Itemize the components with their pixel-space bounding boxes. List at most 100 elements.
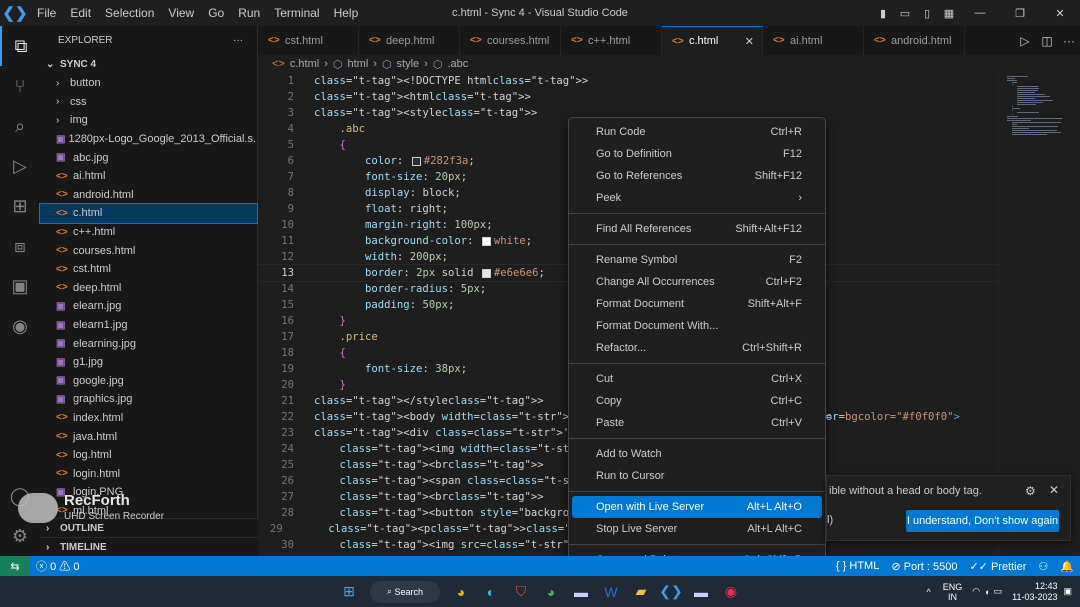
app-icon-2[interactable]: ▬ [687, 580, 715, 604]
menu-item-format-document[interactable]: Format Document Shift+Alt+F [572, 293, 822, 315]
menu-item-run-to-cursor[interactable]: Run to Cursor [572, 465, 822, 487]
remote-explorer-icon[interactable]: ⧈ [0, 226, 40, 266]
menu-item-format-document-with[interactable]: Format Document With... [572, 315, 822, 337]
battery-icon[interactable]: ▭ [994, 586, 1003, 597]
run-icon[interactable]: ▷ [1014, 34, 1036, 48]
menu-item-go-to-definition[interactable]: Go to Definition F12 [572, 143, 822, 165]
menu-item-change-all-occurrences[interactable]: Change All Occurrences Ctrl+F2 [572, 271, 822, 293]
menu-help[interactable]: Help [334, 6, 359, 20]
extensions-icon[interactable]: ⊞ [0, 186, 40, 226]
toggle-primary-sidebar-icon[interactable]: ▮ [872, 7, 894, 20]
menu-item-peek[interactable]: Peek › [572, 187, 822, 209]
tab-courses-html[interactable]: <> courses.html [460, 26, 561, 55]
edge-icon[interactable]: ◐ [477, 580, 505, 604]
menu-file[interactable]: File [37, 6, 56, 20]
menu-item-refactor[interactable]: Refactor... Ctrl+Shift+R [572, 337, 822, 359]
chrome-canary-icon[interactable]: ◕ [537, 580, 565, 604]
live-server-port[interactable]: ⊘ Port : 5500 [891, 560, 957, 573]
breadcrumb-item[interactable]: style [397, 58, 420, 70]
menu-selection[interactable]: Selection [105, 6, 154, 20]
app-icon[interactable]: ▬ [567, 580, 595, 604]
file-explorer-icon[interactable]: ▰ [627, 580, 655, 604]
file-item[interactable]: ▣ elearn1.jpg [40, 316, 257, 335]
search-icon[interactable]: ⌕ [0, 106, 40, 146]
close-window-button[interactable]: ✕ [1040, 7, 1080, 20]
breadcrumb-item[interactable]: html [347, 58, 368, 70]
file-item[interactable]: <> index.html [40, 409, 257, 428]
menu-item-go-to-references[interactable]: Go to References Shift+F12 [572, 165, 822, 187]
menu-item-cut[interactable]: Cut Ctrl+X [572, 368, 822, 390]
timeline-section[interactable]: › TIMELINE [40, 537, 258, 556]
menu-run[interactable]: Run [238, 6, 260, 20]
menu-item-copy[interactable]: Copy Ctrl+C [572, 390, 822, 412]
file-item[interactable]: <> courses.html [40, 241, 257, 260]
split-editor-icon[interactable]: ◫ [1036, 34, 1058, 48]
menu-item-open-with-live-server[interactable]: Open with Live Server Alt+L Alt+O [572, 496, 822, 518]
explorer-icon[interactable]: ⧉ [0, 26, 40, 66]
menu-go[interactable]: Go [208, 6, 224, 20]
minimize-button[interactable]: — [960, 7, 1000, 19]
github-icon[interactable]: ◉ [0, 306, 40, 346]
file-item[interactable]: <> java.html [40, 427, 257, 446]
input-language[interactable]: ENG IN [943, 582, 963, 602]
folder-item[interactable]: › css [40, 93, 257, 112]
code-line[interactable]: 1 class="t-tag"><!DOCTYPE htmlclass="t-ta… [258, 73, 998, 89]
vscode-taskbar-icon[interactable]: ❮❯ [657, 580, 685, 604]
color-swatch[interactable] [481, 268, 491, 278]
notification-center-icon[interactable]: ▣ [1063, 586, 1072, 597]
toggle-secondary-sidebar-icon[interactable]: ▯ [916, 7, 938, 20]
file-item[interactable]: <> cst.html [40, 260, 257, 279]
color-swatch[interactable] [481, 236, 491, 246]
menu-item-find-all-references[interactable]: Find All References Shift+Alt+F12 [572, 218, 822, 240]
file-item[interactable]: ▣ g1.jpg [40, 353, 257, 372]
file-item[interactable]: <> c++.html [40, 223, 257, 242]
menu-item-paste[interactable]: Paste Ctrl+V [572, 412, 822, 434]
file-item[interactable]: <> log.html [40, 446, 257, 465]
tab-deep-html[interactable]: <> deep.html [359, 26, 460, 55]
bookmarks-icon[interactable]: ▣ [0, 266, 40, 306]
tab-android-html[interactable]: <> android.html [864, 26, 965, 55]
notification-close-icon[interactable]: ✕ [1049, 483, 1059, 497]
feedback-icon[interactable]: ⚇ [1038, 560, 1048, 573]
remote-indicator-icon[interactable]: ⇆ [0, 556, 30, 576]
source-control-icon[interactable]: ⑂ [0, 66, 40, 106]
taskbar-search[interactable]: ⌕ Search [370, 580, 440, 603]
menu-item-run-code[interactable]: Run Code Ctrl+R [572, 121, 822, 143]
menu-item-rename-symbol[interactable]: Rename Symbol F2 [572, 249, 822, 271]
file-item[interactable]: ▣ abc.jpg [40, 148, 257, 167]
dont-show-again-button[interactable]: I understand, Don't show again [906, 510, 1059, 532]
file-item[interactable]: ▣ google.jpg [40, 372, 257, 391]
notification-settings-icon[interactable]: ⚙ [1025, 484, 1036, 498]
windows-start-icon[interactable]: ⊞ [335, 580, 363, 604]
close-tab-icon[interactable]: ✕ [745, 35, 754, 48]
file-item[interactable]: <> ai.html [40, 167, 257, 186]
problems-indicator[interactable]: ⓧ 0 ⚠ 0 [36, 558, 79, 574]
breadcrumb-item[interactable]: .abc [447, 58, 468, 70]
word-icon[interactable]: W [597, 580, 625, 604]
color-swatch[interactable] [411, 156, 421, 166]
show-hidden-icons-icon[interactable]: ^ [927, 587, 931, 597]
file-item[interactable]: ▣ elearning.jpg [40, 334, 257, 353]
more-actions-icon[interactable]: ··· [1058, 34, 1080, 48]
clock[interactable]: 12:43 11-03-2023 [1012, 581, 1057, 603]
chrome-icon[interactable]: ◕ [447, 580, 475, 604]
more-actions-icon[interactable]: ··· [233, 35, 243, 46]
file-item[interactable]: ▣ 1280px-Logo_Google_2013_Official.s... [40, 130, 257, 149]
tab-ai-html[interactable]: <> ai.html [763, 26, 864, 55]
recorder-icon[interactable]: ◉ [717, 580, 745, 604]
prettier-status[interactable]: ✓✓ Prettier [969, 560, 1026, 573]
menu-edit[interactable]: Edit [70, 6, 91, 20]
breadcrumb-item[interactable]: c.html [290, 58, 319, 70]
file-item[interactable]: <> login.html [40, 464, 257, 483]
menu-view[interactable]: View [168, 6, 194, 20]
notifications-bell-icon[interactable]: 🔔 [1060, 560, 1074, 573]
volume-icon[interactable]: ◖ [984, 587, 989, 597]
customize-layout-icon[interactable]: ▦ [938, 7, 960, 20]
file-item[interactable]: <> c.html [39, 203, 258, 224]
folder-item[interactable]: › button [40, 74, 257, 93]
menu-item-add-to-watch[interactable]: Add to Watch [572, 443, 822, 465]
tab-c-html[interactable]: <> c++.html [561, 26, 662, 55]
run-debug-icon[interactable]: ▷ [0, 146, 40, 186]
folder-item[interactable]: › img [40, 111, 257, 130]
tab-c-html[interactable]: <> c.html ✕ [662, 26, 763, 55]
